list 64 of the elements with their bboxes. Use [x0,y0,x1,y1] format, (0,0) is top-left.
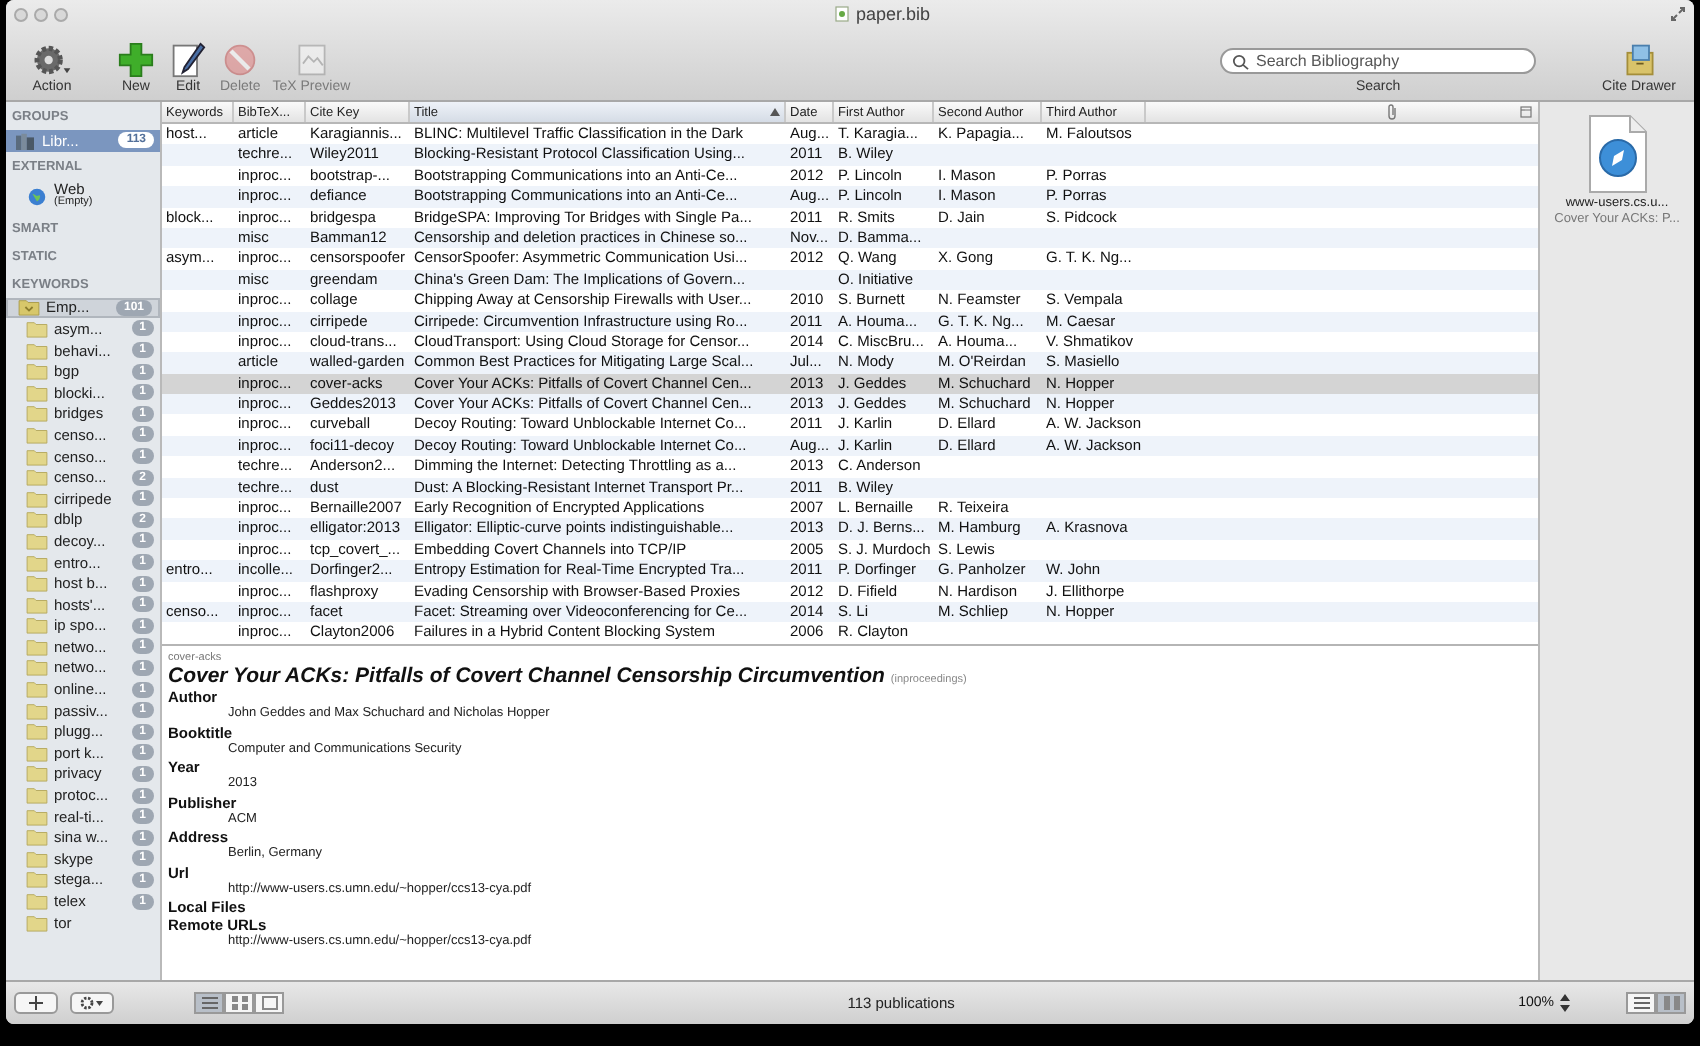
folder-icon [18,298,40,317]
pencil-document-icon [168,42,208,78]
books-icon [14,131,36,150]
folder-icon [26,510,48,529]
sort-ascending-icon [770,108,780,116]
stepper-icon[interactable] [1560,994,1570,1012]
folder-icon [26,892,48,911]
folder-icon [26,764,48,783]
folder-icon [26,870,48,889]
folder-icon [26,553,48,572]
folder-icon [26,913,48,932]
grid-icon [231,996,247,1010]
search-field[interactable]: Search Bibliography [1220,48,1537,74]
globe-icon [26,187,48,206]
folder-icon [26,595,48,614]
publication-title: Cover Your ACKs: Pitfalls of Covert Channel Censorship Circumvention [168,664,885,688]
gear-menu-button[interactable] [70,992,114,1014]
folder-icon [26,786,48,805]
folder-icon [26,849,48,868]
folder-icon [26,468,48,487]
folder-icon [26,425,48,444]
close-button[interactable] [14,7,28,21]
search-icon [1232,53,1250,69]
list-view-button[interactable] [194,992,224,1014]
fullscreen-icon[interactable] [1670,6,1686,22]
preview-view-button[interactable] [254,992,284,1014]
minimize-button[interactable] [34,7,48,21]
list-icon [201,996,217,1010]
folder-icon [26,447,48,466]
search-input[interactable]: Search Bibliography [1255,52,1525,70]
icon-toggle-button[interactable] [1656,992,1686,1014]
grid-view-button[interactable] [224,992,254,1014]
grid-icon [1663,996,1679,1010]
list-toggle-button[interactable] [1626,992,1656,1014]
no-entry-icon [220,42,261,78]
folder-icon [26,383,48,402]
folder-icon [26,574,48,593]
add-button[interactable] [14,992,58,1014]
plus-icon [24,996,48,1010]
folder-icon [26,743,48,762]
folder-icon [26,362,48,381]
folder-icon [26,828,48,847]
folder-icon [26,807,48,826]
folder-icon [26,658,48,677]
folder-icon [26,701,48,720]
folder-icon [26,404,48,423]
gear-icon [80,996,104,1010]
folder-icon [26,531,48,550]
document-icon [833,6,850,22]
folder-icon [26,637,48,656]
folder-icon [26,680,48,699]
window-title: paper.bib [855,4,931,24]
folder-icon [26,489,48,508]
compass-document-icon [1585,114,1649,194]
folder-icon [26,616,48,635]
gear-icon [32,42,72,78]
column-picker-icon[interactable] [1520,104,1532,120]
paperclip-icon [1386,104,1398,120]
list-icon [1633,996,1649,1010]
folder-icon [26,341,48,360]
plus-icon [116,42,156,78]
zoom-button[interactable] [54,7,68,21]
folder-icon [26,722,48,741]
panel-icon [261,996,277,1010]
